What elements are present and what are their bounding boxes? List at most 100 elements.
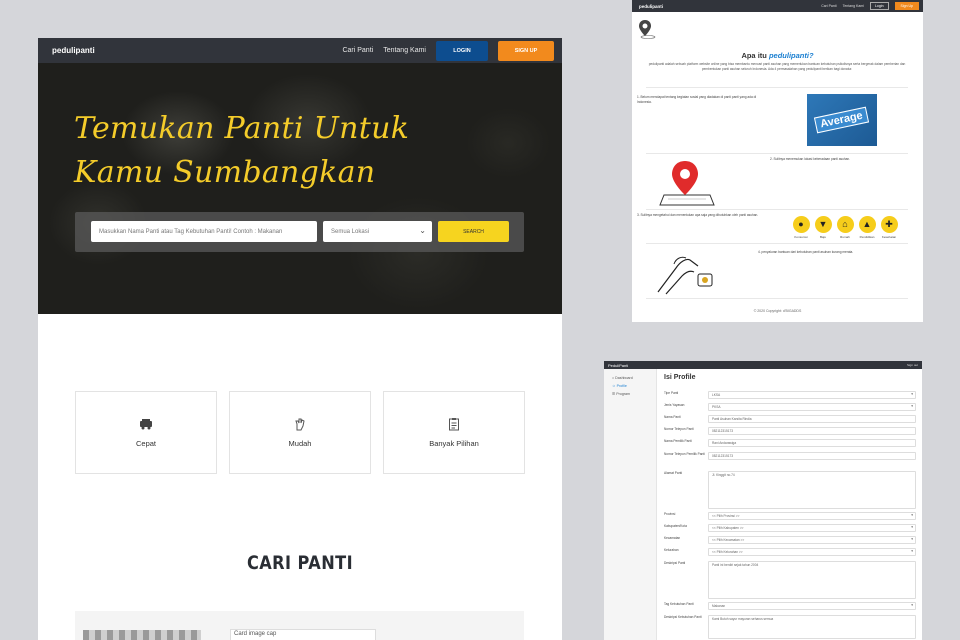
need-label: Pendidikan <box>859 235 875 239</box>
nav-link-cari-panti[interactable]: Cari Panti <box>821 4 836 8</box>
login-button[interactable]: Login <box>869 2 889 10</box>
field-label: Nomor Telepon Pemilik Panti <box>664 452 705 456</box>
need-item: ● Konsumsi <box>792 216 810 239</box>
field-value: << Pilih Kelurahan >> <box>712 550 743 554</box>
signup-button[interactable]: Sign Up <box>894 2 919 10</box>
chevron-down-icon: ▾ <box>911 603 913 607</box>
hero-banner: Temukan Panti Untuk Kamu Sumbangkan Masu… <box>38 63 562 314</box>
field-value: << Pilih Kecamatan >> <box>712 538 745 542</box>
section-title-cari-panti: CARI PANTI <box>246 552 354 574</box>
signup-button[interactable]: SIGN UP <box>498 40 554 61</box>
tipe-panti-select[interactable]: LKSA ▾ <box>708 391 916 399</box>
field-label: Kecamatan <box>664 536 681 540</box>
sign-out-link[interactable]: Sign out <box>907 363 918 367</box>
deskripsi-panti-textarea[interactable]: Panti ini berdiri sejak tahun 2004 <box>708 561 916 599</box>
chevron-down-icon: ▾ <box>911 525 913 529</box>
telepon-panti-input[interactable]: 082112315173 <box>708 427 916 435</box>
graduation-icon: ▲ <box>858 216 876 233</box>
field-label: Deskripsi Panti <box>664 561 686 565</box>
location-select[interactable]: Semua Lokasi ⌄ <box>323 221 432 242</box>
about-title-prefix: Apa itu <box>741 51 767 60</box>
about-page-mockup: pedulipanti Cari Panti Tentang Kami Logi… <box>632 0 923 322</box>
telepon-pemilik-input[interactable]: 082112315173 <box>708 452 916 460</box>
medical-icon: ✚ <box>880 216 898 233</box>
search-panel: Masukkan Nama Panti atau Tag Kebutuhan P… <box>75 212 524 252</box>
average-illustration: Average <box>807 94 877 146</box>
average-label: Average <box>814 106 870 134</box>
divider <box>646 243 908 244</box>
divider <box>646 153 908 154</box>
step-3-text: 3. Sulitnya mengetahui dan menentukan ap… <box>637 213 759 217</box>
kabupaten-select[interactable]: << Pilih Kabupaten >> ▾ <box>708 524 916 532</box>
kelurahan-select[interactable]: << Pilih Kelurahan >> ▾ <box>708 548 916 556</box>
step-4-text: 4. penyaluran bantuan dari kebutuhan pan… <box>758 250 854 254</box>
feature-label: Cepat <box>135 439 156 448</box>
tag-kebutuhan-select[interactable]: Makanan ▾ <box>708 602 916 610</box>
about-title: Apa itu pedulipanti? <box>632 51 923 60</box>
house-icon: ⌂ <box>836 216 854 233</box>
step-2-text: 2. Sulitnya menemukan lokasi keberadaan … <box>770 157 851 161</box>
admin-navbar: PeduliPanti Sign out <box>604 361 922 369</box>
hero-title-line-1: Temukan Panti Untuk <box>74 111 410 146</box>
field-value: PKSA <box>712 405 721 409</box>
divider <box>646 87 908 88</box>
nav-link-tentang-kami[interactable]: Tentang Kami <box>843 4 864 8</box>
sidebar-item-profile[interactable]: ☺ Profile <box>604 382 656 390</box>
site-logo[interactable]: pedulipanti <box>52 46 95 55</box>
field-label: Nomor Telepon Panti <box>664 427 694 431</box>
site-logo[interactable]: pedulipanti <box>639 4 663 9</box>
jenis-yayasan-select[interactable]: PKSA ▾ <box>708 403 916 411</box>
nav-link-tentang-kami[interactable]: Tentang Kami <box>383 47 426 54</box>
hand-icon <box>293 417 307 431</box>
navbar: pedulipanti Cari Panti Tentang Kami LOGI… <box>38 38 562 63</box>
copyright: © 2020 Copyright: d'BIGADDS <box>753 309 802 313</box>
field-label: Alamat Panti <box>664 471 683 475</box>
location-pin-map-icon <box>659 161 715 206</box>
need-label: Rumah <box>840 235 850 239</box>
handshake-donation-icon <box>657 256 713 295</box>
chevron-down-icon: ▾ <box>911 392 913 396</box>
admin-sidebar: ⌂ Dashboard ☺ Profile ☰ Program <box>604 369 657 640</box>
chevron-down-icon: ▾ <box>911 549 913 553</box>
field-value: LKSA <box>712 393 721 397</box>
need-label: Baju <box>819 235 826 239</box>
provinsi-select[interactable]: << Pilih Provinsi >> ▾ <box>708 512 916 520</box>
nav-link-cari-panti[interactable]: Cari Panti <box>342 47 373 54</box>
field-label: Kelurahan <box>664 548 679 552</box>
clipboard-icon <box>447 417 461 431</box>
search-button[interactable]: SEARCH <box>438 221 509 242</box>
nama-panti-input[interactable]: Panti Asuhan Karsita Rindia <box>708 415 916 423</box>
need-label: Konsumsi <box>794 235 808 239</box>
sidebar-item-dashboard[interactable]: ⌂ Dashboard <box>604 374 656 382</box>
hero-title: Temukan Panti Untuk Kamu Sumbangkan <box>74 107 409 195</box>
field-label: Tag Kebutuhan Panti <box>664 602 694 606</box>
divider <box>646 298 908 299</box>
need-item: ⌂ Rumah <box>836 216 854 239</box>
chevron-down-icon: ▾ <box>911 513 913 517</box>
alamat-textarea[interactable]: Jl. Kinggit no.74 <box>708 471 916 509</box>
kecamatan-select[interactable]: << Pilih Kecamatan >> ▾ <box>708 536 916 544</box>
deskripsi-kebutuhan-textarea[interactable]: Kami Butuh sayur mayuran seharus semua <box>708 615 916 639</box>
divider <box>646 209 908 210</box>
nama-pemilik-input[interactable]: Rani Andarawiga <box>708 439 916 447</box>
card-image-placeholder[interactable]: Card image cap <box>230 629 376 640</box>
search-input[interactable]: Masukkan Nama Panti atau Tag Kebutuhan P… <box>91 221 317 242</box>
sidebar-item-program[interactable]: ☰ Program <box>604 390 656 398</box>
field-label: Deskripsi Kebutuhan Panti <box>664 615 702 619</box>
truck-icon <box>139 417 153 431</box>
feature-card-cepat: Cepat <box>75 391 217 474</box>
admin-logo[interactable]: PeduliPanti <box>608 363 628 368</box>
needs-icons: ● Konsumsi ▼ Baju ⌂ Rumah ▲ Pendidikan ✚ Kese… <box>792 216 898 239</box>
chevron-down-icon: ⌄ <box>419 226 426 235</box>
field-value: << Pilih Kabupaten >> <box>712 526 744 530</box>
field-label: Nama Pemilik Panti <box>664 439 692 443</box>
page-title: Isi Profile <box>664 374 696 381</box>
login-button[interactable]: LOGIN <box>436 40 488 61</box>
feature-label: Mudah <box>288 439 312 448</box>
card-image[interactable] <box>83 630 201 640</box>
admin-profile-mockup: PeduliPanti Sign out ⌂ Dashboard ☺ Profi… <box>604 361 922 640</box>
feature-card-banyak-pilihan: Banyak Pilihan <box>383 391 525 474</box>
step-1-text: 1. Belum mendapat tentang kegiatan sosia… <box>637 95 757 104</box>
location-select-value: Semua Lokasi <box>331 228 370 235</box>
shirt-icon: ▼ <box>814 216 832 233</box>
